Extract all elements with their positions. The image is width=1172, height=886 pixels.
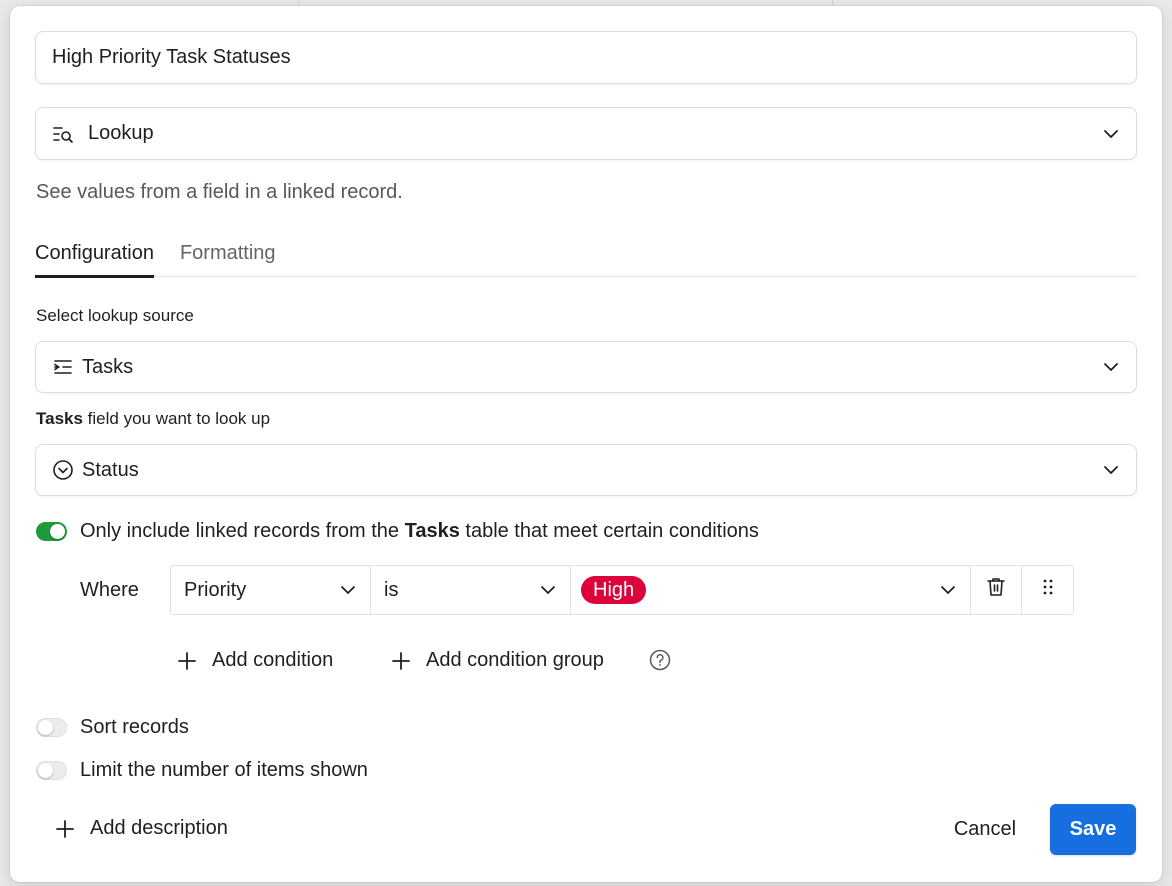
field-config-dialog: Lookup See values from a field in a link… [10,6,1162,882]
drag-handle-icon [1042,578,1054,602]
config-tabs: Configuration Formatting [35,232,1137,278]
plus-icon [56,819,74,838]
single-select-icon [52,459,74,481]
lookup-field-select[interactable]: Status [35,444,1137,496]
chevron-down-icon [339,581,357,599]
filter-records-label: Only include linked records from the Tas… [80,520,759,543]
sort-records-label: Sort records [80,716,189,738]
filter-text-before: Only include linked records from the [80,520,405,542]
add-description-button[interactable]: Add description [56,817,228,840]
lookup-field-label-table: Tasks [36,409,83,428]
condition-row: Priority is High [170,565,1074,615]
lookup-icon [52,123,74,145]
chevron-down-icon [539,581,557,599]
delete-condition-button[interactable] [971,566,1022,614]
field-type-select[interactable]: Lookup [35,107,1137,160]
lookup-source-value: Tasks [82,355,134,378]
add-condition-group-button[interactable]: Add condition group [392,649,604,672]
toggle-knob [50,524,65,539]
toggle-knob [38,763,53,778]
add-description-label: Add description [90,817,228,839]
drag-condition-handle[interactable] [1022,566,1073,614]
condition-field-select[interactable]: Priority [171,566,371,614]
chevron-down-icon [1102,358,1120,376]
lookup-source-label: Select lookup source [36,306,194,325]
filter-records-toggle[interactable] [36,522,67,541]
cancel-button[interactable]: Cancel [938,804,1032,855]
filter-text-after: table that meet certain conditions [459,520,759,542]
chevron-down-icon [1102,461,1120,479]
add-condition-group-label: Add condition group [426,649,604,671]
tab-configuration[interactable]: Configuration [35,232,154,278]
tab-formatting[interactable]: Formatting [180,232,276,277]
toggle-knob [38,720,53,735]
chevron-down-icon [1102,125,1120,143]
help-icon[interactable] [649,649,671,671]
add-condition-button[interactable]: Add condition [178,649,333,672]
lookup-source-select[interactable]: Tasks [35,341,1137,393]
trash-icon [986,576,1006,604]
condition-field-value: Priority [184,578,247,601]
sort-records-toggle[interactable] [36,718,67,737]
field-type-description: See values from a field in a linked reco… [36,181,403,203]
field-name-container [35,31,1137,84]
chevron-down-icon [939,581,957,599]
filter-text-table: Tasks [404,520,460,542]
limit-items-toggle[interactable] [36,761,67,780]
lookup-field-label: Tasks field you want to look up [36,409,270,429]
field-name-input[interactable] [52,46,1120,69]
limit-items-label: Limit the number of items shown [80,759,368,781]
where-label: Where [80,579,139,601]
field-type-label: Lookup [88,122,154,144]
plus-icon [178,651,196,670]
condition-operator-select[interactable]: is [371,566,571,614]
condition-operator-value: is [384,578,399,601]
plus-icon [392,651,410,670]
linked-record-icon [52,356,74,378]
add-condition-label: Add condition [212,649,334,671]
condition-value-select[interactable]: High [571,566,971,614]
lookup-field-value: Status [82,458,139,481]
save-button[interactable]: Save [1050,804,1136,855]
condition-value-pill: High [581,576,647,604]
lookup-field-label-rest: field you want to look up [82,409,271,428]
